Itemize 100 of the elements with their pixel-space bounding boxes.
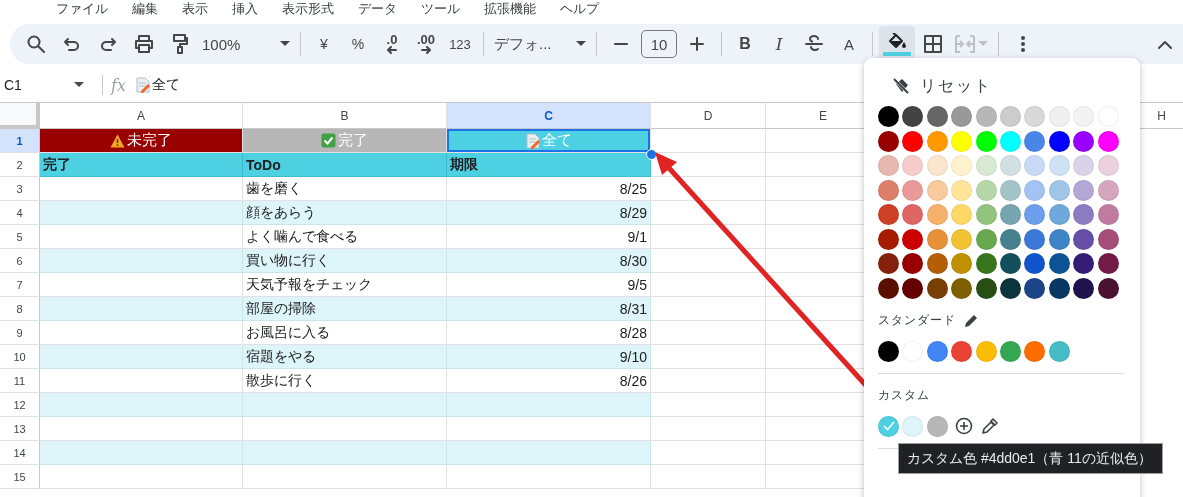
color-swatch[interactable] — [975, 155, 997, 176]
color-swatch[interactable] — [975, 130, 997, 152]
row-header[interactable]: 11 — [0, 369, 40, 393]
percent-button[interactable]: % — [341, 29, 375, 59]
color-swatch[interactable] — [1024, 253, 1046, 274]
color-swatch[interactable] — [902, 415, 924, 437]
color-swatch[interactable] — [951, 228, 973, 250]
color-swatch[interactable] — [1097, 155, 1119, 176]
color-swatch[interactable] — [902, 179, 924, 201]
color-swatch[interactable] — [1048, 130, 1070, 152]
color-swatch[interactable] — [926, 130, 948, 152]
color-swatch[interactable] — [999, 179, 1021, 201]
color-swatch[interactable] — [878, 228, 899, 250]
color-swatch[interactable] — [1097, 253, 1119, 274]
menu-item[interactable]: 表示 — [182, 1, 208, 17]
color-swatch[interactable] — [1073, 130, 1095, 152]
menu-item[interactable]: 挿入 — [232, 1, 258, 17]
color-swatch[interactable] — [1048, 253, 1070, 274]
eyedropper-button[interactable] — [979, 415, 1001, 437]
color-swatch[interactable] — [878, 277, 899, 299]
color-swatch[interactable] — [1024, 228, 1046, 250]
color-swatch[interactable] — [1073, 277, 1095, 299]
color-swatch[interactable] — [1024, 277, 1046, 299]
italic-button[interactable]: I — [762, 29, 796, 59]
color-swatch[interactable] — [926, 106, 948, 127]
menu-item[interactable]: 拡張機能 — [484, 1, 536, 17]
color-swatch[interactable] — [951, 179, 973, 201]
color-swatch[interactable] — [999, 204, 1021, 225]
color-swatch[interactable] — [1073, 228, 1095, 250]
color-swatch[interactable] — [999, 130, 1021, 152]
color-swatch[interactable] — [975, 179, 997, 201]
color-swatch[interactable] — [975, 228, 997, 250]
menu-item[interactable]: 編集 — [132, 1, 158, 17]
row-header[interactable]: 9 — [0, 321, 40, 345]
color-swatch[interactable] — [926, 228, 948, 250]
color-swatch[interactable] — [926, 155, 948, 176]
increase-decimal-button[interactable]: .00 — [409, 29, 443, 59]
color-swatch[interactable] — [951, 155, 973, 176]
color-swatch[interactable] — [951, 340, 973, 362]
color-swatch[interactable] — [951, 277, 973, 299]
color-swatch[interactable] — [975, 253, 997, 274]
add-color-button[interactable] — [953, 415, 975, 437]
color-swatch[interactable] — [902, 253, 924, 274]
color-swatch[interactable] — [1048, 106, 1070, 127]
color-swatch[interactable] — [1097, 130, 1119, 152]
font-dropdown[interactable]: デフォ... — [490, 29, 590, 59]
column-header[interactable]: D — [651, 103, 766, 129]
color-swatch[interactable] — [1024, 340, 1046, 362]
menu-item[interactable]: 表示形式 — [282, 1, 334, 17]
color-swatch[interactable] — [1048, 179, 1070, 201]
color-swatch[interactable] — [999, 277, 1021, 299]
color-swatch[interactable] — [1048, 204, 1070, 225]
color-swatch[interactable] — [926, 204, 948, 225]
name-box[interactable]: C1 — [0, 77, 90, 93]
color-swatch[interactable] — [951, 106, 973, 127]
color-swatch[interactable] — [1024, 106, 1046, 127]
color-swatch[interactable] — [926, 179, 948, 201]
color-swatch[interactable] — [878, 130, 899, 152]
color-swatch[interactable] — [1073, 253, 1095, 274]
formula-field[interactable]: 全て — [135, 76, 180, 94]
color-swatch[interactable] — [975, 204, 997, 225]
color-swatch[interactable] — [1097, 179, 1119, 201]
color-swatch[interactable] — [902, 228, 924, 250]
menu-item[interactable]: ヘルプ — [560, 1, 599, 17]
color-swatch[interactable] — [1073, 204, 1095, 225]
color-swatch[interactable] — [902, 130, 924, 152]
color-swatch[interactable] — [1097, 228, 1119, 250]
color-swatch[interactable] — [999, 340, 1021, 362]
color-swatch[interactable] — [878, 204, 899, 225]
color-swatch[interactable] — [951, 130, 973, 152]
color-swatch[interactable] — [1073, 179, 1095, 201]
reset-button[interactable]: リセット — [892, 75, 1002, 97]
color-swatch[interactable] — [902, 155, 924, 176]
color-swatch[interactable] — [878, 415, 899, 437]
color-swatch[interactable] — [878, 155, 899, 176]
color-swatch[interactable] — [1048, 155, 1070, 176]
color-swatch[interactable] — [878, 340, 899, 362]
color-swatch[interactable] — [1048, 228, 1070, 250]
color-swatch[interactable] — [1073, 155, 1095, 176]
bold-button[interactable]: B — [728, 29, 762, 59]
menu-item[interactable]: データ — [358, 1, 397, 17]
row-header[interactable]: 3 — [0, 177, 40, 201]
currency-button[interactable]: ¥ — [307, 29, 341, 59]
color-swatch[interactable] — [975, 106, 997, 127]
color-swatch[interactable] — [951, 253, 973, 274]
color-swatch[interactable] — [926, 340, 948, 362]
color-swatch[interactable] — [1048, 277, 1070, 299]
color-swatch[interactable] — [999, 106, 1021, 127]
text-color-button[interactable]: A — [832, 29, 866, 59]
row-header[interactable]: 7 — [0, 273, 40, 297]
color-swatch[interactable] — [951, 204, 973, 225]
color-swatch[interactable] — [878, 253, 899, 274]
color-swatch[interactable] — [926, 277, 948, 299]
menu-item[interactable]: ツール — [421, 1, 460, 17]
column-header[interactable]: C — [447, 103, 651, 129]
color-swatch[interactable] — [975, 277, 997, 299]
color-swatch[interactable] — [1024, 179, 1046, 201]
color-swatch[interactable] — [902, 204, 924, 225]
color-swatch[interactable] — [999, 228, 1021, 250]
color-swatch[interactable] — [926, 253, 948, 274]
